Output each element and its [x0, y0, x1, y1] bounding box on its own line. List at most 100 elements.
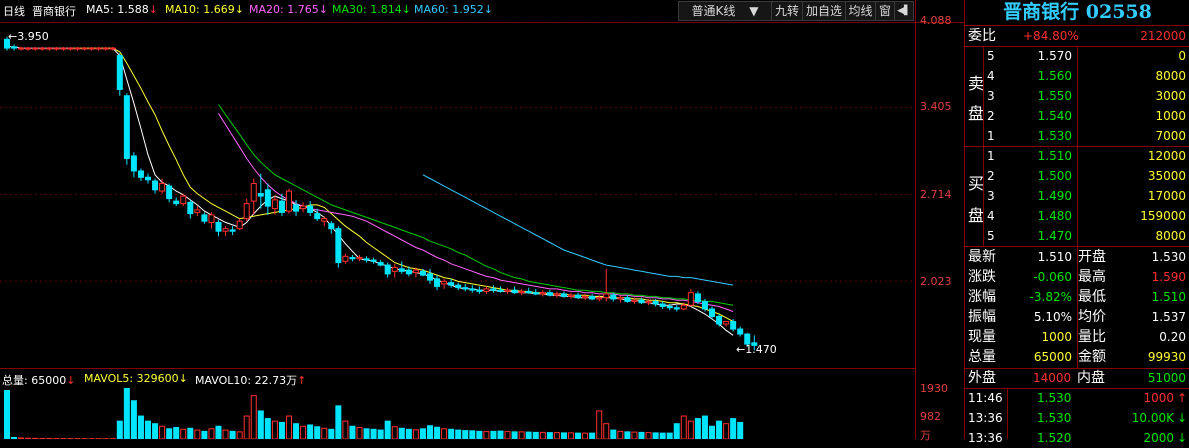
bid-level: 4	[987, 206, 995, 226]
outer-inner-row: 外盘 14000 内盘 51000	[965, 368, 1189, 388]
ma10-arrow: ↓	[235, 3, 244, 16]
volume-bar	[272, 421, 277, 439]
high-marker-line: ←	[8, 30, 17, 43]
candle-body	[258, 194, 263, 197]
volume-bar	[315, 427, 320, 439]
candle-body	[385, 265, 390, 274]
volume-bar	[265, 419, 270, 439]
volume-bar	[491, 431, 496, 439]
tick-time: 13:36	[968, 408, 1003, 428]
ma10-value: 1.669	[203, 3, 235, 16]
volume-bar	[519, 432, 524, 439]
bid-level: 5	[987, 226, 995, 246]
volume-bar	[498, 431, 503, 439]
volume-bar	[435, 427, 440, 439]
ask-volume: 3000	[1155, 86, 1186, 106]
stat-value: 0.20	[1159, 327, 1186, 347]
stat-value: -0.060	[1033, 267, 1072, 287]
volume-bar	[576, 433, 581, 439]
volume-bar	[710, 426, 715, 439]
bid-volume: 17000	[1148, 186, 1186, 206]
candle-body	[343, 256, 348, 261]
volume-tick: 982	[920, 410, 941, 423]
candle-body	[505, 290, 510, 291]
ask-level: 2	[987, 106, 995, 126]
jiuzhuan-button[interactable]: 九转	[771, 1, 803, 21]
volume-bar	[357, 428, 362, 439]
total-volume-value: 65000	[31, 374, 66, 387]
ma60-arrow: ↓	[484, 3, 493, 16]
stat-value: 65000	[1034, 347, 1072, 367]
ma10-line	[70, 48, 733, 321]
total-volume-arrow: ↓	[66, 374, 75, 387]
column-divider	[1007, 388, 1008, 439]
volume-bar	[470, 431, 475, 439]
candle-body	[392, 268, 397, 272]
ma20-legend: MA20: 1.765↓	[249, 3, 328, 16]
volume-bar	[322, 428, 327, 439]
candle-body	[40, 48, 45, 49]
candle-body	[456, 285, 461, 288]
webi-pct: +84.80%	[1023, 26, 1079, 46]
candle-body	[688, 293, 693, 306]
volume-bar	[583, 433, 588, 439]
low-annotation: ←1.470	[736, 343, 777, 356]
bid-volume: 35000	[1148, 166, 1186, 186]
outer-value: 14000	[1033, 368, 1071, 388]
tick-price: 1.520	[1037, 428, 1071, 448]
stat-value: 1.510	[1152, 287, 1186, 307]
low-marker-line: ←	[736, 343, 745, 356]
candle-body	[639, 300, 644, 303]
candle-body	[33, 48, 38, 49]
volume-chart[interactable]	[0, 388, 915, 439]
volume-bar	[717, 421, 722, 439]
price-tick: 2.023	[920, 275, 952, 288]
volume-bar	[258, 411, 263, 439]
candle-body	[75, 48, 80, 49]
ask-price: 1.550	[1038, 86, 1072, 106]
ask-price: 1.540	[1038, 106, 1072, 126]
stock-name: 晋商银行	[32, 3, 76, 19]
bid-price: 1.500	[1038, 166, 1072, 186]
tick-volume: 2000	[1143, 428, 1174, 448]
candle-body	[230, 230, 235, 231]
candle-body	[399, 269, 404, 272]
volume-bar	[413, 430, 418, 439]
candle-body	[378, 263, 383, 266]
candle-body	[547, 293, 552, 296]
candle-body	[322, 219, 327, 222]
ask-price: 1.560	[1038, 66, 1072, 86]
candle-body	[89, 48, 94, 49]
volume-bar	[604, 424, 609, 439]
volume-bar	[209, 429, 214, 439]
exit-icon[interactable]: ◀▌	[894, 1, 914, 21]
stat-label: 现量	[968, 327, 996, 347]
ask-level: 3	[987, 86, 995, 106]
kline-type-select[interactable]: 普通K线 ▼	[678, 1, 772, 21]
volume-bar	[294, 424, 299, 439]
period-label[interactable]: 日线	[3, 3, 25, 19]
kline-type-label: 普通K线	[692, 4, 736, 18]
candle-body	[124, 96, 129, 159]
ma60-value: 1.952	[452, 3, 484, 16]
volume-bar	[124, 388, 129, 439]
volume-bar	[146, 421, 151, 439]
candle-body	[533, 293, 538, 294]
add-watchlist-button[interactable]: 加自选	[802, 1, 846, 21]
average-line-button[interactable]: 均线	[845, 1, 876, 21]
column-divider	[1077, 246, 1078, 368]
candle-body	[308, 206, 313, 212]
ma5-label: MA5:	[86, 3, 114, 16]
volume-bar	[195, 430, 200, 439]
ma60-label: MA60:	[414, 3, 449, 16]
ask-level: 5	[987, 46, 995, 66]
ask-price: 1.570	[1038, 46, 1072, 66]
stat-label: 开盘	[1078, 247, 1106, 267]
window-button[interactable]: 窗	[875, 1, 895, 21]
ma60-legend: MA60: 1.952↓	[414, 3, 493, 16]
volume-bar	[702, 416, 707, 439]
candlestick-chart[interactable]	[0, 22, 915, 368]
candle-body	[223, 229, 228, 232]
volume-bar	[625, 432, 630, 439]
candle-body	[174, 201, 179, 204]
